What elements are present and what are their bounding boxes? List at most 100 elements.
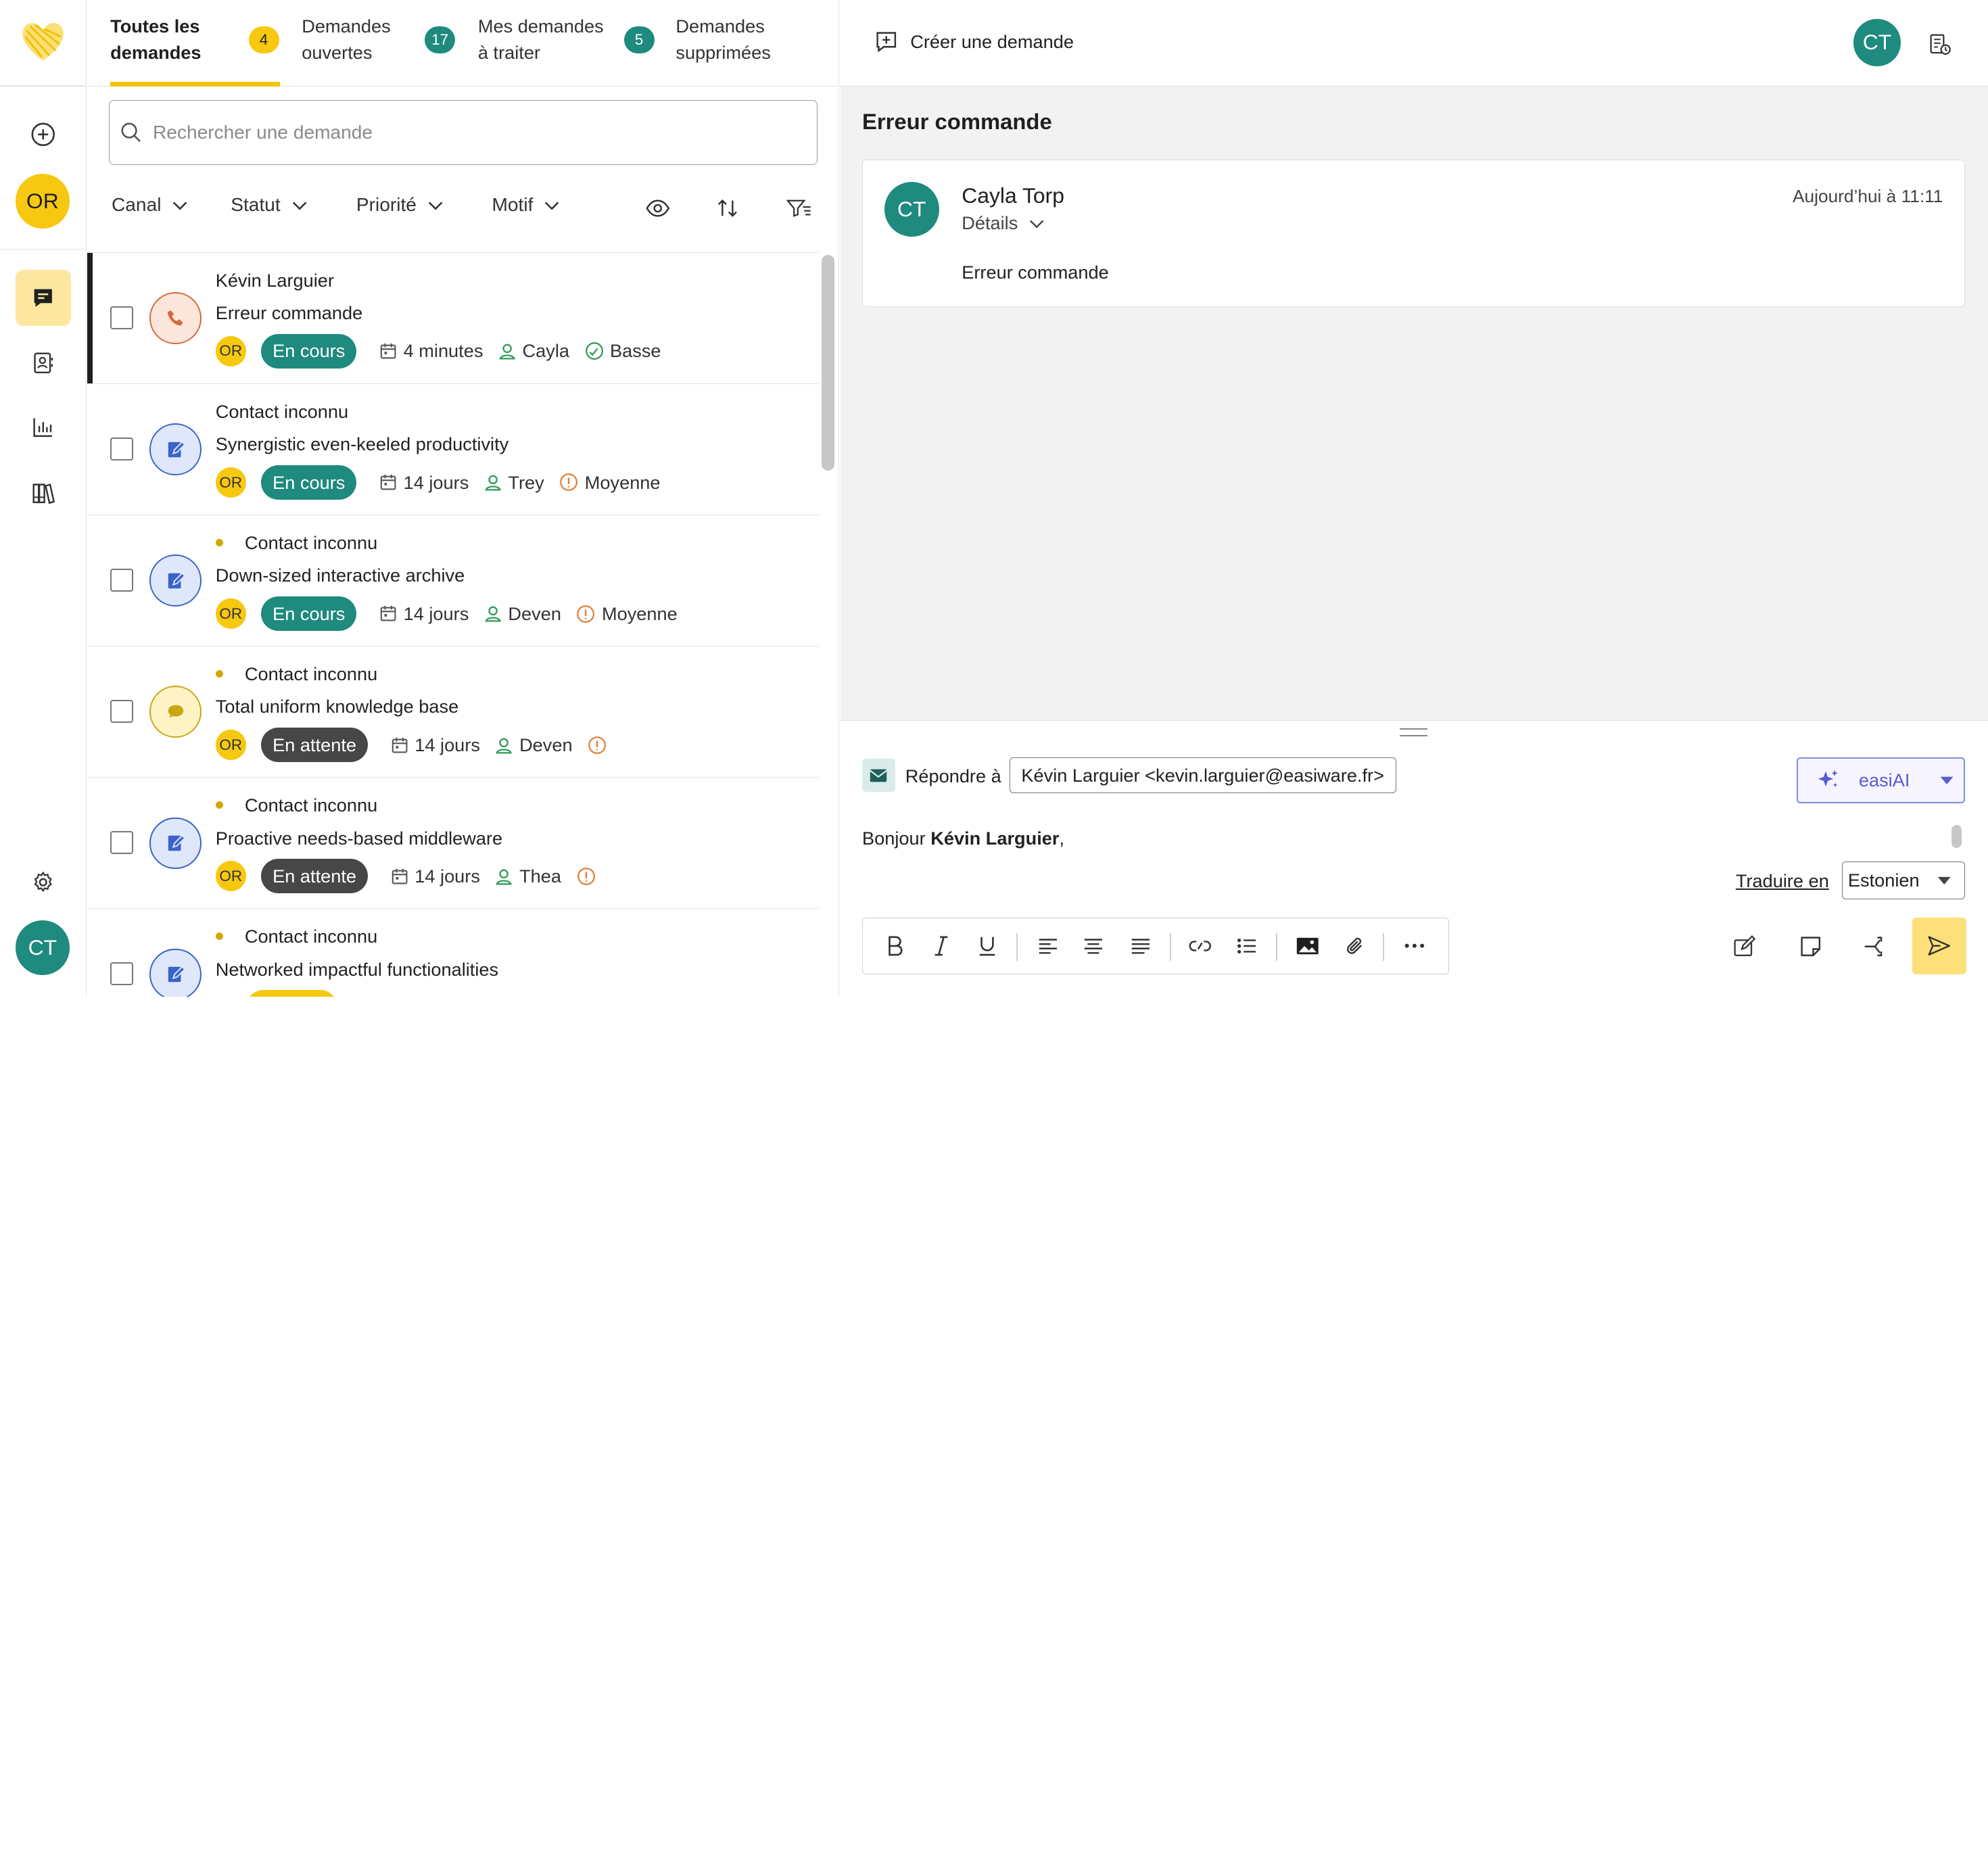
more-options-button[interactable] [1398, 930, 1431, 961]
language-select[interactable]: Estonien [1842, 861, 1966, 900]
details-label: Détails [962, 212, 1018, 234]
signature-button[interactable] [1730, 931, 1760, 962]
tab-deleted-requests[interactable]: Demandes supprimées [676, 0, 815, 87]
agent-label: Thea [519, 865, 561, 886]
translate-link[interactable]: Traduire en [1736, 870, 1829, 892]
reply-body-editor[interactable]: Bonjour Kévin Larguier, [862, 828, 1064, 849]
request-meta: OR En cours 14 jours Trey Moyenne [215, 465, 676, 500]
nav-requests[interactable] [15, 270, 71, 326]
settings-button[interactable] [16, 855, 72, 911]
request-row[interactable]: Contact inconnu Proactive needs-based mi… [87, 778, 820, 909]
history-button[interactable] [1926, 30, 1954, 58]
assigned-agent: Deven [495, 734, 573, 756]
reply-channel-badge [862, 759, 895, 792]
link-button[interactable] [1183, 930, 1216, 961]
resize-handle[interactable] [1400, 728, 1428, 736]
row-checkbox[interactable] [110, 962, 133, 985]
rail-divider [0, 85, 87, 87]
row-checkbox[interactable] [110, 569, 133, 592]
request-row[interactable]: Contact inconnu Down-sized interactive a… [87, 515, 820, 647]
tab-open-requests[interactable]: Demandes ouvertes [302, 0, 416, 87]
image-icon [1297, 937, 1319, 955]
request-list-panel: Toutes les demandes 4 Demandes ouvertes … [87, 0, 840, 997]
gear-icon [34, 871, 52, 893]
attachment-button[interactable] [1338, 930, 1371, 961]
create-request-button[interactable]: Créer une demande [874, 29, 1074, 55]
link-icon [1189, 941, 1211, 951]
italic-button[interactable] [925, 930, 958, 961]
agent-icon [485, 607, 501, 622]
request-age: 4 minutes [379, 340, 483, 362]
tab-label: Mes demandes [477, 15, 604, 37]
filter-priority[interactable]: Priorité [356, 194, 444, 216]
document-clock-icon [1930, 34, 1951, 55]
search-input[interactable] [153, 121, 787, 143]
align-center-button[interactable] [1077, 930, 1110, 961]
more-dots-icon [1404, 943, 1424, 948]
note-button[interactable] [1795, 931, 1826, 962]
request-row[interactable]: Kévin Larguier Erreur commande OR En cou… [87, 253, 820, 385]
user-avatar[interactable]: OR [15, 173, 70, 229]
row-checkbox[interactable] [110, 831, 133, 854]
request-meta [216, 990, 360, 997]
advanced-filter-button[interactable] [781, 191, 817, 224]
detail-header: Créer une demande CT [841, 0, 1988, 87]
message-details-toggle[interactable]: Détails [962, 212, 1045, 234]
request-row[interactable]: Contact inconnu Synergistic even-keeled … [87, 384, 820, 516]
underline-button[interactable] [970, 930, 1003, 961]
filter-label: Motif [492, 193, 534, 215]
reply-to-field[interactable]: Kévin Larguier <kevin.larguier@easiware.… [1009, 757, 1396, 793]
tab-label: supprimées [676, 42, 771, 64]
age-label: 14 jours [403, 471, 469, 493]
priority-label: Moyenne [584, 471, 661, 493]
chevron-down-icon [545, 202, 559, 210]
filter-label: Canal [112, 193, 162, 215]
row-checkbox[interactable] [110, 437, 133, 460]
filter-bar: Canal Statut Priorité Motif [87, 181, 839, 235]
view-options-button[interactable] [640, 191, 676, 224]
filter-channel[interactable]: Canal [112, 194, 189, 216]
header-user-avatar[interactable]: CT [1853, 19, 1901, 66]
add-request-button[interactable] [16, 107, 72, 163]
tab-my-requests[interactable]: Mes demandes à traiter [478, 0, 617, 87]
editor-scrollbar[interactable] [1951, 824, 1962, 848]
list-scrollbar[interactable] [822, 254, 834, 471]
request-tabs: Toutes les demandes 4 Demandes ouvertes … [87, 0, 840, 87]
nav-contacts[interactable] [16, 335, 72, 391]
brand-logo-icon [19, 18, 67, 66]
row-checkbox[interactable] [110, 700, 133, 723]
request-subject: Networked impactful functionalities [215, 958, 499, 980]
bold-button[interactable] [878, 930, 912, 961]
filter-reason[interactable]: Motif [492, 194, 561, 216]
agent-icon [499, 344, 515, 360]
form-icon [168, 572, 186, 589]
assigned-agent: Thea [495, 866, 561, 887]
toolbar-divider [1276, 933, 1278, 962]
toolbar-divider [1016, 933, 1018, 962]
age-label: 14 jours [415, 865, 480, 886]
toolbar-divider [1382, 933, 1384, 962]
send-button[interactable] [1912, 917, 1967, 974]
align-left-button[interactable] [1031, 930, 1064, 961]
request-row[interactable]: Contact inconnu Total uniform knowledge … [87, 646, 820, 778]
filter-status[interactable]: Statut [231, 194, 308, 216]
nav-knowledge-base[interactable] [16, 465, 72, 521]
envelope-icon [870, 769, 888, 782]
calendar-icon [392, 868, 408, 884]
transfer-button[interactable] [1860, 931, 1891, 962]
nav-statistics[interactable] [16, 400, 72, 456]
italic-icon [934, 936, 948, 956]
easiai-button[interactable]: easiAI [1796, 757, 1966, 803]
add-message-icon [876, 32, 896, 53]
insert-image-button[interactable] [1292, 930, 1325, 961]
sort-button[interactable] [710, 191, 746, 224]
row-checkbox[interactable] [110, 306, 133, 329]
bullet-list-button[interactable] [1231, 930, 1264, 961]
contact-label: Contact inconnu [244, 531, 378, 553]
request-row[interactable]: Contact inconnu Networked impactful func… [87, 909, 819, 997]
align-justify-button[interactable] [1124, 930, 1157, 961]
agent-label: Deven [519, 734, 573, 755]
request-subject: Synergistic even-keeled productivity [215, 433, 509, 455]
assigned-agent: Trey [484, 472, 544, 494]
account-avatar[interactable]: CT [15, 920, 70, 975]
